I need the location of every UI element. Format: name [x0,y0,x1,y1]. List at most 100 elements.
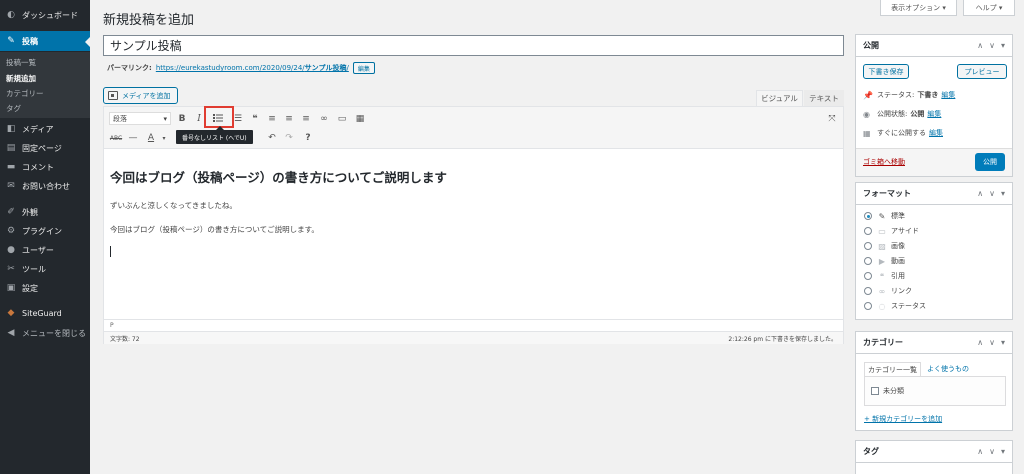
user-icon: ● [7,245,15,255]
content-heading: 今回はブログ（投稿ページ）の書き方についてご説明します [110,170,447,185]
move-down-icon[interactable]: ∨ [989,338,995,347]
move-down-icon[interactable]: ∨ [989,447,995,456]
fullscreen-icon: ⤧ [828,114,836,124]
comment-icon: ▬ [6,162,16,172]
category-item-uncategorized[interactable]: 未分類 [871,386,904,396]
sidebar-item-contact[interactable]: ✉ お問い合わせ [0,176,90,196]
sidebar-collapse-menu[interactable]: ◀ メニューを閉じる [0,323,90,343]
format-option-standard[interactable]: ✎ 標準 [864,211,905,221]
text-color-button[interactable]: A [144,131,158,145]
tab-popular-categories[interactable]: よく使うもの [921,362,972,376]
fullscreen-button[interactable]: ⤧ [825,112,839,126]
move-to-trash-link[interactable]: ゴミ箱へ移動 [863,157,905,167]
tab-text[interactable]: テキスト [804,90,844,106]
publish-button[interactable]: 公開 [975,153,1005,171]
tag-box-title: タグ [863,447,879,456]
tab-all-categories[interactable]: カテゴリー一覧 [864,362,921,376]
keyboard-icon: ▦ [355,114,365,124]
pin-icon: ✎ [878,211,886,221]
link-button[interactable]: ∞ [317,112,331,126]
align-left-button[interactable]: ≡ [265,112,279,126]
text-color-dropdown[interactable]: ▾ [157,131,171,145]
move-down-icon[interactable]: ∨ [989,41,995,50]
undo-button[interactable]: ↶ [265,131,279,145]
undo-icon: ↶ [268,133,276,143]
format-option-aside[interactable]: ▭ アサイド [864,226,919,236]
sidebar-item-posts[interactable]: ✎ 投稿 [0,31,90,51]
submenu-categories[interactable]: カテゴリー [6,88,44,99]
add-media-button[interactable]: メディアを追加 [103,87,178,104]
screen-options-button[interactable]: 表示オプション ▾ [880,0,957,16]
toggle-icon[interactable]: ▾ [1001,41,1005,50]
sidebar-item-siteguard[interactable]: ◆ SiteGuard [0,303,90,323]
move-down-icon[interactable]: ∨ [989,189,995,198]
sidebar-item-users[interactable]: ● ユーザー [0,240,90,260]
permalink-edit-button[interactable]: 編集 [352,62,375,74]
tab-visual[interactable]: ビジュアル [756,90,803,106]
read-more-button[interactable]: ▭ [335,112,349,126]
toggle-icon[interactable]: ▾ [1001,338,1005,347]
toolbar-toggle-button[interactable]: ▦ [353,112,367,126]
format-option-video[interactable]: ▶ 動画 [864,256,905,266]
chevron-down-icon: ▾ [163,114,167,123]
sidebar-item-settings[interactable]: ▣ 設定 [0,278,90,298]
move-up-icon[interactable]: ∧ [977,189,983,198]
strikethrough-button[interactable]: ABC [109,131,123,145]
align-right-button[interactable]: ≡ [299,112,313,126]
sidebar-item-dashboard[interactable]: ◐ ダッシュボード [0,5,90,25]
sidebar-item-appearance[interactable]: ✐ 外観 [0,202,90,222]
pin-icon: 📌 [863,90,873,100]
save-draft-button[interactable]: 下書き保存 [863,64,909,79]
edit-visibility-link[interactable]: 編集 [927,109,941,119]
align-center-button[interactable]: ≡ [282,112,296,126]
sidebar-item-plugins[interactable]: ⚙ プラグイン [0,221,90,241]
format-option-image[interactable]: ▨ 画像 [864,241,905,251]
toggle-icon[interactable]: ▾ [1001,189,1005,198]
blockquote-button[interactable]: ❝ [248,112,262,126]
edit-schedule-link[interactable]: 編集 [929,128,943,138]
submenu-all-posts[interactable]: 投稿一覧 [6,57,36,68]
permalink-link[interactable]: https://eurekastudyroom.com/2020/09/24/サ… [156,63,349,73]
bold-button[interactable]: B [175,112,189,126]
link-icon: ∞ [878,286,886,296]
toggle-icon[interactable]: ▾ [1001,447,1005,456]
admin-sidebar: ◐ ダッシュボード ✎ 投稿 投稿一覧 新規追加 カテゴリー タグ ◧ メディア ▤ 固… [0,0,90,474]
post-title-input[interactable]: サンプル投稿 [103,35,844,56]
media-icon: ◧ [6,124,16,134]
content-paragraph: ずいぶんと涼しくなってきましたね。 [110,201,237,210]
move-up-icon[interactable]: ∧ [977,447,983,456]
format-option-status[interactable]: ◌ ステータス [864,301,926,311]
add-new-category-link[interactable]: + 新規カテゴリーを追加 [864,414,942,424]
page-title: 新規投稿を追加 [103,13,195,28]
sidebar-item-pages[interactable]: ▤ 固定ページ [0,138,90,158]
preview-button[interactable]: プレビュー [957,64,1007,79]
category-box: カテゴリー ∧ ∨ ▾ カテゴリー一覧 よく使うもの 未分類 + 新規カテゴリーを追加 [855,331,1013,431]
redo-icon: ↷ [285,133,293,143]
quote-icon: ❝ [879,271,885,281]
sidebar-item-tools[interactable]: ✂ ツール [0,259,90,279]
siteguard-icon: ◆ [7,308,15,318]
horizontal-line-button[interactable]: — [126,131,140,145]
submenu-tags[interactable]: タグ [6,103,21,114]
format-option-quote[interactable]: ❝ 引用 [864,271,905,281]
move-up-icon[interactable]: ∧ [977,338,983,347]
editor-status-bar: 文字数: 72 2:12:26 pm に下書きを保存しました。 [104,331,843,344]
content-paragraph: 今回はブログ（投稿ページ）の書き方についてご説明します。 [110,225,319,234]
format-option-link[interactable]: ∞ リンク [864,286,912,296]
redo-button[interactable]: ↷ [282,131,296,145]
submenu-add-new[interactable]: 新規追加 [6,73,36,84]
element-path: P [104,319,843,331]
help-button[interactable]: ヘルプ ▾ [963,0,1015,16]
status-icon: ◌ [878,301,886,311]
paragraph-format-select[interactable]: 段落 ▾ [109,112,171,125]
dashboard-icon: ◐ [7,10,15,20]
sidebar-item-media[interactable]: ◧ メディア [0,119,90,139]
editor-content-area[interactable]: 今回はブログ（投稿ページ）の書き方についてご説明します ずいぶんと涼しくなってき… [104,149,843,319]
help-shortcuts-button[interactable]: ? [301,131,315,145]
sidebar-item-comments[interactable]: ▬ コメント [0,157,90,177]
format-box: フォーマット ∧ ∨ ▾ ✎ 標準 ▭ アサイド ▨ 画像 ▶ 動画 ❝ 引用 ∞ リンク ◌ ステ… [855,182,1013,320]
move-up-icon[interactable]: ∧ [977,41,983,50]
numbered-list-button[interactable]: ☰ [231,112,245,126]
text-caret [110,246,111,257]
edit-status-link[interactable]: 編集 [941,90,955,100]
